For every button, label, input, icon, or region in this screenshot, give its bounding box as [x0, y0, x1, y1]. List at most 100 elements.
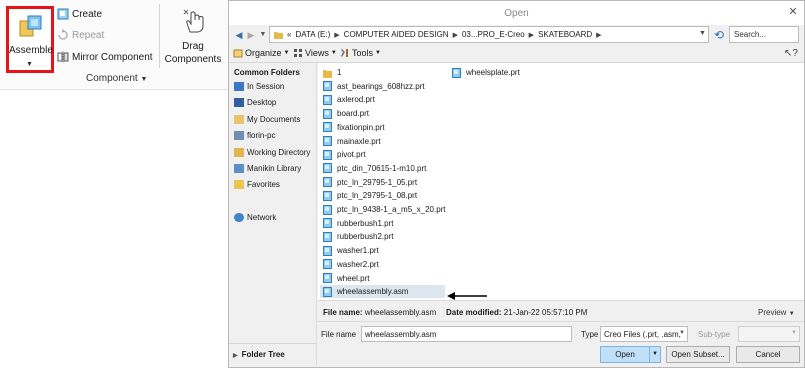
chevron-down-icon: ▼	[791, 330, 797, 336]
sidebar-item-network[interactable]: Network	[234, 213, 276, 222]
chevron-down-icon: ▼	[679, 330, 685, 336]
sidebar-item-label: Network	[247, 213, 277, 222]
file-list-item[interactable]: rubberbush2.prt	[320, 230, 393, 243]
file-name-input[interactable]: wheelassembly.asm	[361, 326, 572, 342]
part-file-icon	[323, 190, 332, 201]
file-list-item[interactable]: wheelsplate.prt	[449, 66, 520, 79]
part-file-icon	[452, 67, 461, 78]
open-button[interactable]: Open	[600, 346, 650, 363]
subtype-label: Sub-type	[698, 330, 731, 339]
ribbon-bottom-border	[0, 89, 228, 90]
part-file-icon	[323, 245, 332, 256]
breadcrumb-item[interactable]: DATA (E:)	[295, 30, 330, 39]
open-dialog: Open ✕ ◀ ▶ ▼ « DATA (E:) ▶ COMPUTER AIDED…	[228, 0, 805, 368]
part-file-icon	[323, 218, 332, 229]
drag-hand-icon[interactable]	[182, 8, 206, 34]
subtype-select[interactable]: ▼	[738, 326, 800, 342]
open-subset-label: Open Subset...	[671, 350, 725, 359]
sidebar-item-label: In Session	[247, 82, 285, 91]
help-cursor-icon[interactable]: ↖?	[784, 48, 798, 59]
open-options-dropdown[interactable]: ▼	[649, 346, 661, 363]
mirror-component-button[interactable]: Mirror Component	[57, 50, 153, 64]
component-group-label: Component	[86, 73, 138, 84]
breadcrumb-more[interactable]: «	[287, 30, 291, 39]
common-folders-sidebar: Common Folders In Session Desktop My Doc…	[229, 63, 317, 365]
repeat-button[interactable]: Repeat	[57, 28, 104, 42]
sidebar-item-label: Manikin Library	[247, 164, 302, 173]
sidebar-item-working-directory[interactable]: Working Directory	[234, 148, 310, 157]
organize-menu[interactable]: Organize ▼	[233, 48, 289, 58]
file-list-item[interactable]: washer2.prt	[320, 258, 379, 271]
file-list-item[interactable]: fixationpin.prt	[320, 121, 385, 134]
organize-label: Organize	[245, 48, 282, 58]
network-icon	[234, 213, 244, 222]
chevron-down-icon: ▼	[26, 61, 33, 68]
file-list-item[interactable]: board.prt	[320, 107, 369, 120]
drag-components-button[interactable]: Drag Components	[163, 40, 223, 66]
file-list-item[interactable]: ptc_ln_29795-1_08.prt	[320, 189, 417, 202]
sidebar-item-label: Working Directory	[247, 148, 311, 157]
type-select[interactable]: Creo Files (.prt, .asm, ▼	[600, 326, 688, 342]
file-name: rubberbush2.prt	[337, 232, 394, 242]
search-placeholder: Search...	[734, 30, 767, 39]
sidebar-item-favorites[interactable]: Favorites	[234, 180, 280, 189]
breadcrumb-item[interactable]: SKATEBOARD	[538, 30, 592, 39]
forward-arrow-icon[interactable]: ▶	[245, 29, 257, 41]
file-list-item[interactable]: wheel.prt	[320, 272, 369, 285]
component-group-menu[interactable]: Component ▼	[86, 73, 147, 84]
create-button[interactable]: Create	[57, 7, 102, 21]
breadcrumb[interactable]: « DATA (E:) ▶ COMPUTER AIDED DESIGN ▶ 03..…	[269, 26, 709, 43]
mirror-icon	[57, 51, 69, 63]
part-file-icon	[323, 231, 332, 242]
sidebar-item-desktop[interactable]: Desktop	[234, 98, 276, 107]
refresh-icon[interactable]: ⟲	[712, 28, 726, 42]
file-list-item[interactable]: wheelassembly.asm	[320, 285, 445, 299]
chevron-down-icon: ▼	[652, 351, 658, 357]
sidebar-item-in-session[interactable]: In Session	[234, 82, 284, 91]
file-list-item[interactable]: ast_bearings_608hzz.prt	[320, 80, 425, 93]
folder-tree-toggle[interactable]: ▶ Folder Tree	[229, 343, 317, 365]
sidebar-item-label: Desktop	[247, 98, 277, 107]
file-list-item[interactable]: ptc_din_70615-1-m10.prt	[320, 162, 426, 175]
info-file-name: File name: wheelassembly.asm	[323, 308, 436, 317]
chevron-right-icon: ▶	[334, 31, 340, 39]
back-arrow-icon[interactable]: ◀	[233, 29, 245, 41]
sidebar-item-florin-pc[interactable]: florin-pc	[234, 131, 275, 140]
views-menu[interactable]: Views ▼	[293, 48, 337, 58]
file-list-item[interactable]: mainaxle.prt	[320, 135, 381, 148]
file-name: ast_bearings_608hzz.prt	[337, 81, 425, 91]
file-list-item[interactable]: pivot.prt	[320, 148, 365, 161]
assemble-button[interactable]: Assemble ▼	[6, 6, 54, 73]
file-list-item[interactable]: washer1.prt	[320, 244, 379, 257]
chevron-down-icon[interactable]: ▼	[257, 29, 269, 41]
search-input[interactable]: Search...	[729, 26, 799, 43]
part-file-icon	[323, 81, 332, 92]
chevron-down-icon[interactable]: ▼	[699, 30, 706, 37]
folder-icon	[323, 69, 332, 78]
part-file-icon	[323, 163, 332, 174]
views-label: Views	[305, 48, 329, 58]
close-icon[interactable]: ✕	[787, 6, 799, 18]
dialog-toolbar: Organize ▼ Views ▼ Tools ▼ ↖?	[229, 45, 804, 63]
file-list-item[interactable]: 1	[320, 66, 341, 79]
working-directory-icon	[234, 148, 244, 157]
sidebar-item-manikin-library[interactable]: Manikin Library	[234, 164, 301, 173]
computer-icon	[234, 131, 244, 140]
part-file-icon	[323, 149, 332, 160]
manikin-icon	[234, 164, 244, 173]
views-icon	[294, 49, 302, 57]
file-list-item[interactable]: ptc_ln_9438-1_a_m5_x_20.prt	[320, 203, 446, 216]
file-list-item[interactable]: rubberbush1.prt	[320, 217, 393, 230]
breadcrumb-item[interactable]: 03...PRO_E-Creo	[462, 30, 525, 39]
sidebar-item-my-documents[interactable]: My Documents	[234, 115, 300, 124]
file-list-item[interactable]: axlerod.prt	[320, 93, 375, 106]
preview-toggle[interactable]: Preview ▼	[758, 308, 795, 317]
breadcrumb-item[interactable]: COMPUTER AIDED DESIGN	[344, 30, 449, 39]
file-name: pivot.prt	[337, 150, 366, 160]
file-list-item[interactable]: ptc_ln_29795-1_05.prt	[320, 176, 417, 189]
open-subset-button[interactable]: Open Subset...	[666, 346, 730, 363]
drag-label-line2: Components	[164, 54, 222, 65]
tools-menu[interactable]: Tools ▼	[340, 48, 381, 58]
cancel-button[interactable]: Cancel	[736, 346, 800, 363]
part-file-icon	[323, 273, 332, 283]
